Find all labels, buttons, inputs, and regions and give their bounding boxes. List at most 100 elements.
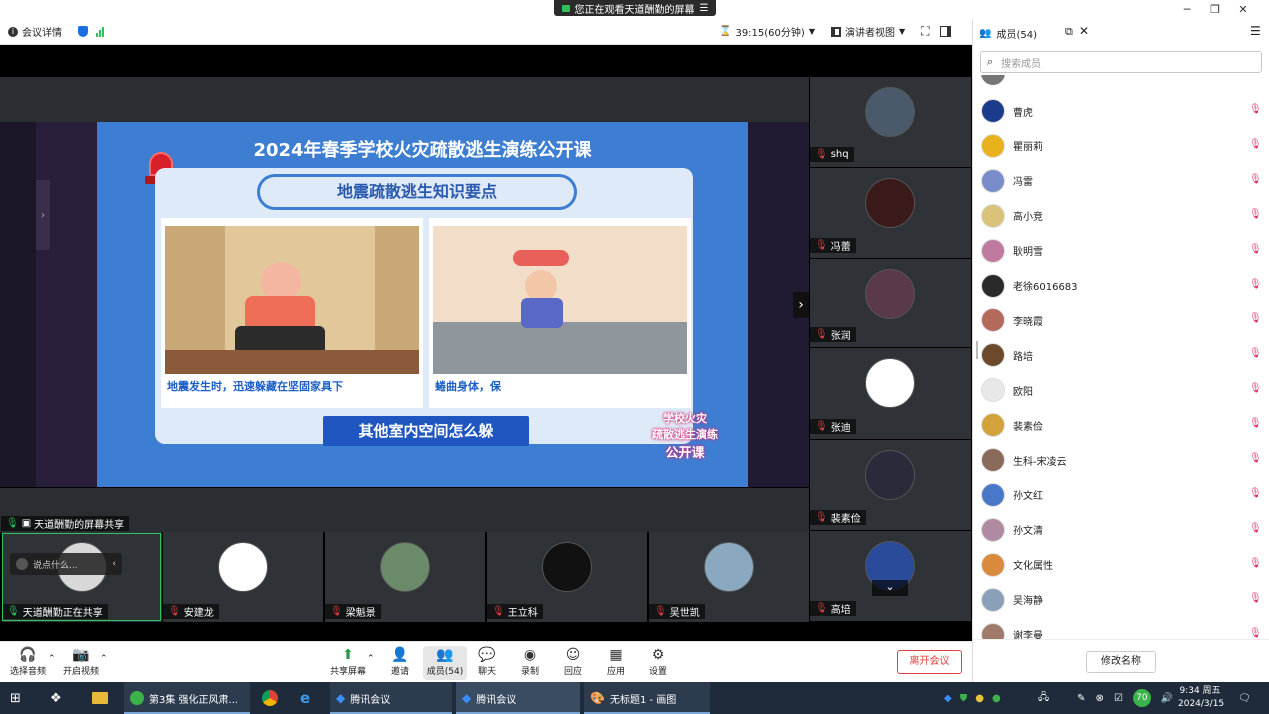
view-switch-button[interactable]: 演讲者视图 ▼	[830, 24, 905, 39]
audio-options-chevron-icon[interactable]: ⌃	[48, 654, 56, 664]
rename-button[interactable]: 修改名称	[1086, 651, 1156, 673]
mic-muted-icon[interactable]: 🎙	[1249, 244, 1262, 258]
signal-icon[interactable]	[96, 26, 104, 37]
file-explorer-button[interactable]	[86, 682, 114, 714]
chat-input[interactable]: 说点什么... ‹	[10, 553, 122, 575]
member-row[interactable]: 冯雷 🎙	[981, 164, 1262, 198]
mic-muted-icon[interactable]: 🎙	[1249, 523, 1262, 537]
slide-title: 2024年春季学校火灾疏散逃生演练公开课	[253, 140, 592, 161]
chrome-button[interactable]	[256, 682, 284, 714]
scroll-down-chevron-icon[interactable]: ⌄	[872, 580, 908, 596]
next-page-chevron-icon[interactable]: ›	[793, 292, 809, 318]
apps-button[interactable]: ▦ 应用	[594, 646, 638, 677]
video-options-chevron-icon[interactable]: ⌃	[100, 654, 108, 664]
app-icon-1[interactable]: ❖	[44, 682, 68, 714]
video-tile[interactable]: 🎙 王立科	[487, 532, 647, 622]
member-row[interactable]: 曹虎 🎙	[981, 94, 1262, 128]
avatar	[865, 87, 915, 137]
member-row[interactable]: 吴海静 🎙	[981, 583, 1262, 617]
member-row[interactable]: 孙文清 🎙	[981, 513, 1262, 547]
start-button[interactable]: ⊞	[4, 682, 27, 714]
video-button[interactable]: 📷 开启视频	[59, 646, 103, 677]
member-row[interactable]: 路培 🎙	[981, 338, 1262, 372]
audio-button[interactable]: 🎧 选择音频	[6, 646, 50, 677]
member-row[interactable]: 耿明雪 🎙	[981, 234, 1262, 268]
side-video-tile[interactable]: 🎙 张迪	[810, 348, 971, 439]
invite-button[interactable]: 👤 邀请	[378, 646, 422, 677]
mic-muted-icon: 🎙	[815, 240, 828, 251]
taskbar-item-4[interactable]: 🎨 无标题1 - 画图	[584, 682, 710, 714]
restore-icon[interactable]: ❐	[1208, 2, 1222, 16]
clock[interactable]: 9:34 周五 2024/3/15	[1178, 685, 1224, 711]
camera-off-icon: 📷	[72, 647, 90, 663]
member-row[interactable]: 欧阳 🎙	[981, 373, 1262, 407]
member-row[interactable]: 高小竞 🎙	[981, 199, 1262, 233]
mic-muted-icon[interactable]: 🎙	[1249, 104, 1262, 118]
system-tray[interactable]: ◆ ⛊ ● ●	[938, 682, 1007, 714]
mic-muted-icon[interactable]: 🎙	[1249, 453, 1262, 467]
fullscreen-icon[interactable]: ⛶	[921, 24, 929, 39]
mic-muted-icon[interactable]: 🎙	[1249, 139, 1262, 153]
shield-icon[interactable]	[78, 26, 88, 37]
member-row[interactable]: 文化属性 🎙	[981, 548, 1262, 582]
member-row[interactable]: 李晓霞 🎙	[981, 303, 1262, 337]
sidebar-toggle-icon[interactable]	[939, 26, 951, 37]
chevron-left-icon[interactable]: ‹	[112, 559, 116, 569]
close-window-icon[interactable]: ✕	[1236, 2, 1250, 16]
share-screen-label: 共享屏幕	[329, 667, 366, 677]
leave-meeting-button[interactable]: 离开会议	[897, 650, 962, 674]
video-tile[interactable]: 🎙 吴世凯	[649, 532, 809, 622]
screen-share-banner[interactable]: 您正在观看天道酬勤的屏幕 ☰	[554, 0, 716, 16]
members-button[interactable]: 👥 成员(54)	[423, 646, 467, 680]
side-video-tile[interactable]: 🎙 shq	[810, 77, 971, 167]
mic-muted-icon[interactable]: 🎙	[1249, 348, 1262, 362]
chat-button[interactable]: 💬 聊天	[465, 646, 509, 677]
video-tile[interactable]: 🎙 梁魁景	[325, 532, 485, 622]
record-button[interactable]: ◉ 录制	[508, 646, 552, 677]
paint-icon: 🎨	[590, 691, 605, 705]
mic-muted-icon: 🎙	[815, 149, 828, 160]
tray-icons-2[interactable]: 🖧 ✎ ⊗ ☑ 70 🔊	[1032, 682, 1179, 714]
taskbar-item-1[interactable]: 第3集 强化正风肃...	[124, 682, 250, 714]
member-row[interactable]: 老徐6016683 🎙	[981, 269, 1262, 303]
search-members-input[interactable]: ⌕ 搜索成员	[980, 51, 1262, 73]
mic-muted-icon[interactable]: 🎙	[1249, 383, 1262, 397]
banner-text: 您正在观看天道酬勤的屏幕	[574, 4, 695, 16]
taskbar-item-2[interactable]: ◆ 腾讯会议	[330, 682, 452, 714]
edge-button[interactable]: e	[294, 682, 316, 714]
panel-resize-handle[interactable]	[976, 341, 978, 359]
close-panel-icon[interactable]: ✕	[1079, 24, 1089, 38]
side-video-tile[interactable]: 🎙 张润	[810, 259, 971, 347]
mic-muted-icon[interactable]: 🎙	[1249, 488, 1262, 502]
mic-muted-icon[interactable]: 🎙	[1249, 418, 1262, 432]
more-menu-icon[interactable]: ☰	[1250, 24, 1261, 38]
member-row[interactable]: 裴素俭 🎙	[981, 408, 1262, 442]
settings-button[interactable]: ⚙ 设置	[636, 646, 680, 677]
avatar	[704, 542, 754, 592]
side-video-tile[interactable]: 🎙 裴素俭	[810, 440, 971, 530]
mic-muted-icon[interactable]: 🎙	[1249, 174, 1262, 188]
video-tile[interactable]: 🎙 安建龙	[163, 532, 323, 622]
share-options-chevron-icon[interactable]: ⌃	[367, 654, 375, 664]
member-row[interactable]: 孙文红 🎙	[981, 478, 1262, 512]
meeting-info-button[interactable]: i 会议详情	[8, 24, 62, 39]
minimize-icon[interactable]: ─	[1180, 2, 1194, 16]
share-screen-button[interactable]: ⬆ 共享屏幕	[326, 646, 370, 677]
timer[interactable]: ⌛ 39:15(60分钟) ▼	[719, 24, 815, 39]
side-video-tile[interactable]: 🎙 高培	[810, 531, 971, 621]
member-row[interactable]: 瞿丽莉 🎙	[981, 129, 1262, 163]
mic-muted-icon[interactable]: 🎙	[1249, 313, 1262, 327]
mic-muted-icon[interactable]: 🎙	[1249, 209, 1262, 223]
reaction-button[interactable]: ☺ 回应	[551, 646, 595, 677]
side-video-tile[interactable]: 🎙 冯蕾	[810, 168, 971, 258]
mic-muted-icon[interactable]: 🎙	[1249, 558, 1262, 572]
popout-icon[interactable]: ⧉	[1065, 25, 1073, 39]
chevron-right-icon[interactable]: ›	[36, 180, 50, 250]
mic-muted-icon[interactable]: 🎙	[1249, 593, 1262, 607]
menu-icon: ☰	[699, 2, 709, 14]
taskbar-item-3[interactable]: ◆ 腾讯会议	[456, 682, 580, 714]
mic-muted-icon[interactable]: 🎙	[1249, 279, 1262, 293]
member-row[interactable]: 生科-宋凌云 🎙	[981, 443, 1262, 477]
illustration-panel-1: 地震发生时，迅速躲藏在坚固家具下	[161, 218, 423, 408]
notification-button[interactable]: 🗨	[1232, 682, 1257, 714]
